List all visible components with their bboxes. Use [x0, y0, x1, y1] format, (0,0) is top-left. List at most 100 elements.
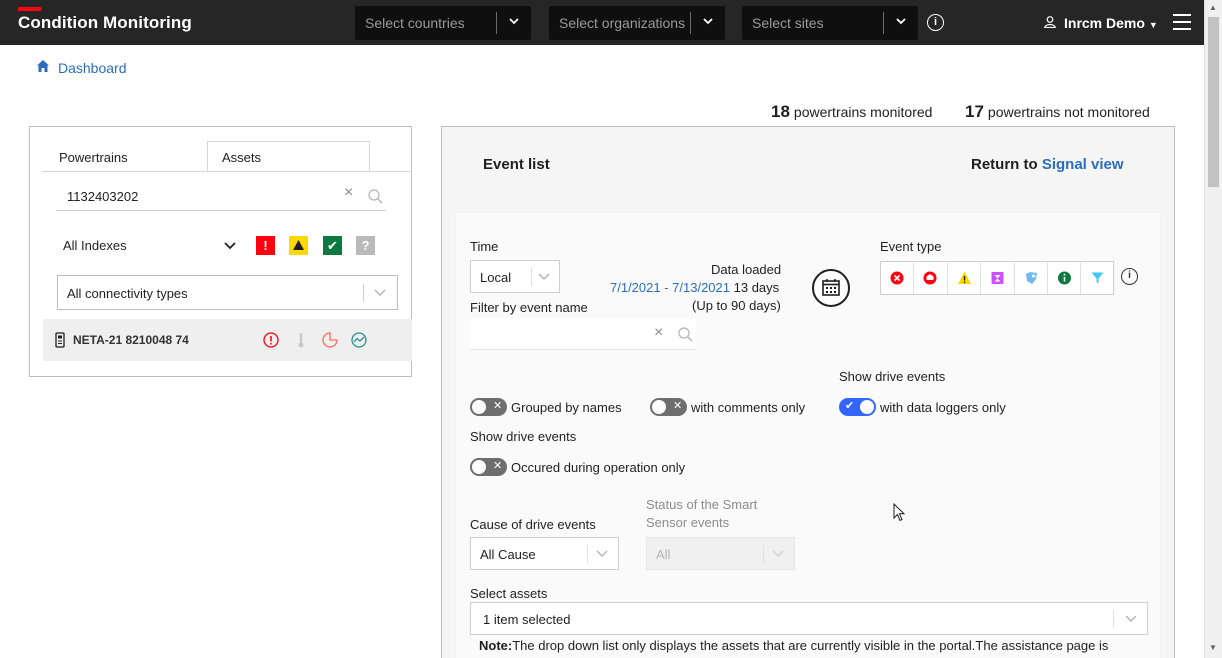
calendar-icon	[822, 279, 840, 296]
signal-view-link[interactable]: Signal view	[1042, 156, 1124, 173]
not-monitored-summary: 17 powertrains not monitored	[965, 102, 1150, 122]
scroll-down-arrow-icon[interactable]: ▼	[1209, 643, 1217, 652]
hamburger-menu-icon[interactable]	[1173, 14, 1191, 30]
alarm-event-toggle[interactable]	[914, 262, 948, 294]
clear-icon[interactable]: ×	[344, 184, 353, 202]
filter-event-toggle[interactable]	[1081, 262, 1114, 294]
with-data-loggers-only-label: with data loggers only	[880, 400, 1006, 415]
fault-icon	[890, 271, 904, 285]
custom-event-toggle[interactable]	[981, 262, 1015, 294]
info-event-icon	[1057, 271, 1071, 285]
sites-select[interactable]: Select sites	[742, 6, 918, 40]
calendar-button[interactable]	[812, 269, 850, 307]
ok-icon[interactable]: ✔	[323, 236, 342, 255]
chevron-down-icon	[771, 544, 785, 565]
fault-event-toggle[interactable]	[881, 262, 915, 294]
chevron-down-icon[interactable]	[506, 13, 522, 31]
cause-select-value: All Cause	[480, 547, 536, 562]
connectivity-select-value: All connectivity types	[67, 286, 188, 301]
breadcrumb-dashboard-link[interactable]: Dashboard	[58, 60, 127, 76]
max-days-note: (Up to 90 days)	[692, 298, 781, 313]
user-menu[interactable]: Inrcm Demo ▼	[1064, 15, 1158, 31]
filter-name-label: Filter by event name	[470, 300, 588, 315]
info-event-toggle[interactable]	[1048, 262, 1082, 294]
smart-sensor-select[interactable]: All	[646, 537, 795, 570]
clear-icon[interactable]: ×	[654, 324, 663, 342]
temperature-icon[interactable]	[293, 332, 309, 348]
countries-select-placeholder: Select countries	[365, 15, 465, 31]
event-type-filter	[880, 261, 1114, 295]
select-divider	[763, 545, 764, 563]
tab-powertrains[interactable]: Powertrains	[59, 150, 128, 181]
event-type-info-icon[interactable]: i	[1121, 268, 1138, 285]
app-title[interactable]: Condition Monitoring	[18, 13, 192, 33]
tab-assets[interactable]: Assets	[207, 141, 370, 172]
with-data-loggers-only-toggle[interactable]: ✔	[839, 398, 876, 416]
warning-icon[interactable]	[289, 236, 308, 255]
home-icon[interactable]	[36, 59, 50, 73]
asset-search-input[interactable]: 1132403202	[67, 189, 138, 204]
event-name-input[interactable]: ×	[470, 319, 696, 350]
info-icon[interactable]: i	[927, 14, 944, 31]
smart-sensor-select-value: All	[656, 547, 671, 562]
notification-event-toggle[interactable]	[1015, 262, 1048, 294]
event-list-panel: Event list Return to Signal view Time Lo…	[441, 126, 1175, 658]
mouse-cursor-icon	[893, 503, 906, 522]
warning-event-toggle[interactable]	[948, 262, 982, 294]
chevron-down-icon[interactable]	[537, 267, 551, 288]
chevron-down-icon[interactable]	[373, 283, 387, 304]
cause-select[interactable]: All Cause	[470, 537, 619, 570]
data-loaded-label: Data loaded	[711, 262, 782, 277]
user-name: Inrcm Demo	[1064, 15, 1145, 31]
asset-name: NETA-21 8210048 74	[73, 333, 189, 347]
occured-during-operation-toggle[interactable]: ✕	[470, 458, 507, 476]
note-text: The drop down list only displays the ass…	[512, 638, 1109, 653]
event-list-title: Event list	[483, 156, 550, 173]
organizations-select-placeholder: Select organizations	[559, 15, 686, 31]
organizations-select[interactable]: Select organizations	[549, 6, 725, 40]
cause-label: Cause of drive events	[470, 517, 596, 532]
select-divider	[883, 12, 884, 34]
alarm-status-icon[interactable]	[263, 332, 279, 348]
time-select[interactable]: Local	[470, 260, 560, 293]
trend-icon[interactable]	[351, 332, 367, 348]
chevron-down-icon[interactable]	[224, 241, 236, 254]
not-monitored-count: 17	[965, 102, 984, 121]
grouped-by-names-toggle[interactable]: ✕	[470, 398, 507, 416]
alarm-icon[interactable]: !	[256, 236, 275, 255]
with-comments-only-label: with comments only	[691, 400, 806, 415]
countries-select[interactable]: Select countries	[355, 6, 531, 40]
smart-sensor-label-line1: Status of the Smart	[646, 497, 758, 512]
brand-accent	[18, 7, 41, 11]
connectivity-select[interactable]: All connectivity types	[57, 275, 398, 310]
chevron-down-icon[interactable]	[893, 13, 909, 31]
index-filter[interactable]: All Indexes	[63, 238, 127, 253]
alarm-icon	[923, 271, 937, 285]
show-drive-events-label: Show drive events	[839, 369, 946, 384]
chevron-down-icon[interactable]	[595, 544, 609, 565]
scroll-thumb[interactable]	[1208, 17, 1219, 187]
show-drive-events-label-2: Show drive events	[470, 429, 577, 444]
page-scrollbar[interactable]: ▲ ▼	[1204, 0, 1222, 658]
select-divider	[531, 268, 532, 286]
asset-list-item[interactable]: NETA-21 8210048 74	[43, 319, 412, 361]
note-prefix: Note:	[479, 638, 513, 653]
filter-event-icon	[1091, 272, 1104, 284]
search-icon[interactable]	[678, 327, 693, 342]
chevron-down-icon[interactable]	[700, 13, 716, 31]
time-select-value: Local	[480, 270, 512, 285]
chevron-down-icon[interactable]	[1124, 609, 1138, 630]
custom-event-icon	[991, 272, 1004, 284]
unknown-icon[interactable]: ?	[356, 236, 375, 255]
search-icon[interactable]	[368, 189, 383, 204]
assets-select[interactable]: 1 item selected	[470, 602, 1148, 635]
with-comments-only-toggle[interactable]: ✕	[650, 398, 687, 416]
search-underline	[56, 210, 386, 211]
date-range-link[interactable]: 7/1/2021 - 7/13/2021	[610, 280, 730, 295]
drive-icon	[55, 332, 65, 348]
top-bar: Condition Monitoring Select countries Se…	[0, 0, 1204, 45]
return-prefix: Return to	[971, 156, 1038, 173]
lifecycle-icon[interactable]	[322, 332, 338, 348]
assets-note: Note:The drop down list only displays th…	[479, 638, 1108, 653]
scroll-up-arrow-icon[interactable]: ▲	[1209, 3, 1217, 12]
